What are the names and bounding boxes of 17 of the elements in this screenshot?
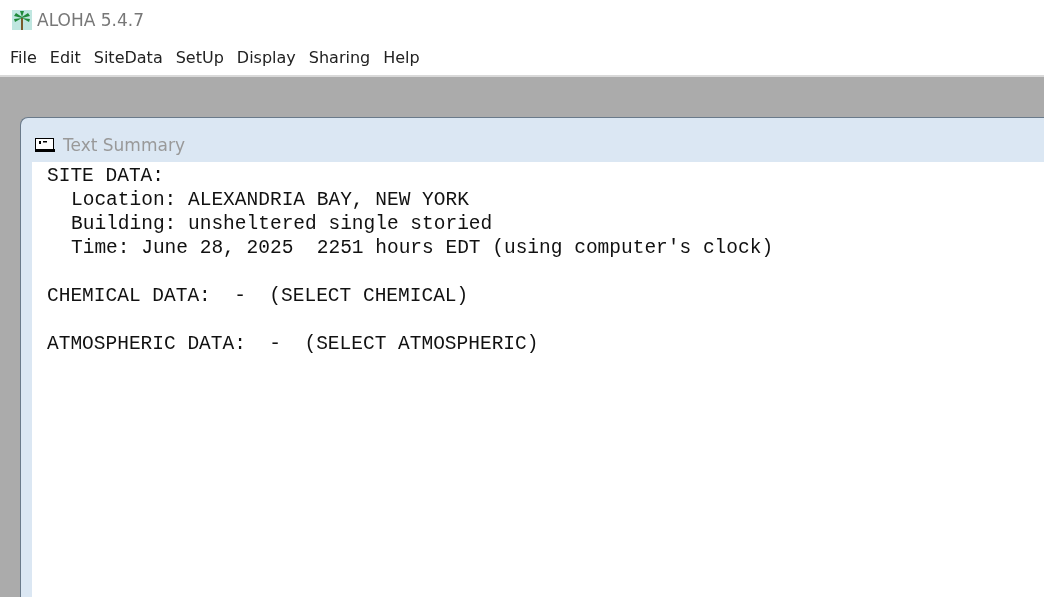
summary-heading: CHEMICAL DATA: - (SELECT CHEMICAL) [47, 284, 470, 308]
summary-heading: ATMOSPHERIC DATA: - (SELECT ATMOSPHERIC) [47, 332, 540, 356]
window-title: ALOHA 5.4.7 [37, 10, 144, 30]
child-window-title: Text Summary [63, 135, 185, 155]
menu-item[interactable]: SetUp [175, 48, 230, 67]
summary-line: Time: June 28, 2025 2251 hours EDT (using computer's clock) [70, 236, 775, 260]
menu-item[interactable]: Sharing [308, 48, 377, 67]
palm-tree-icon [12, 10, 32, 30]
summary-heading: SITE DATA: [47, 164, 166, 188]
window-icon [35, 138, 55, 152]
menu-item[interactable]: Edit [49, 48, 87, 67]
summary-line: Location: ALEXANDRIA BAY, NEW YORK [70, 188, 470, 212]
summary-line: Building: unsheltered single storied [70, 212, 494, 236]
menu-item[interactable]: Display [236, 48, 302, 67]
menu-item[interactable]: File [10, 48, 43, 67]
menu-item[interactable]: SiteData [93, 48, 169, 67]
menu-item[interactable]: Help [383, 48, 426, 67]
